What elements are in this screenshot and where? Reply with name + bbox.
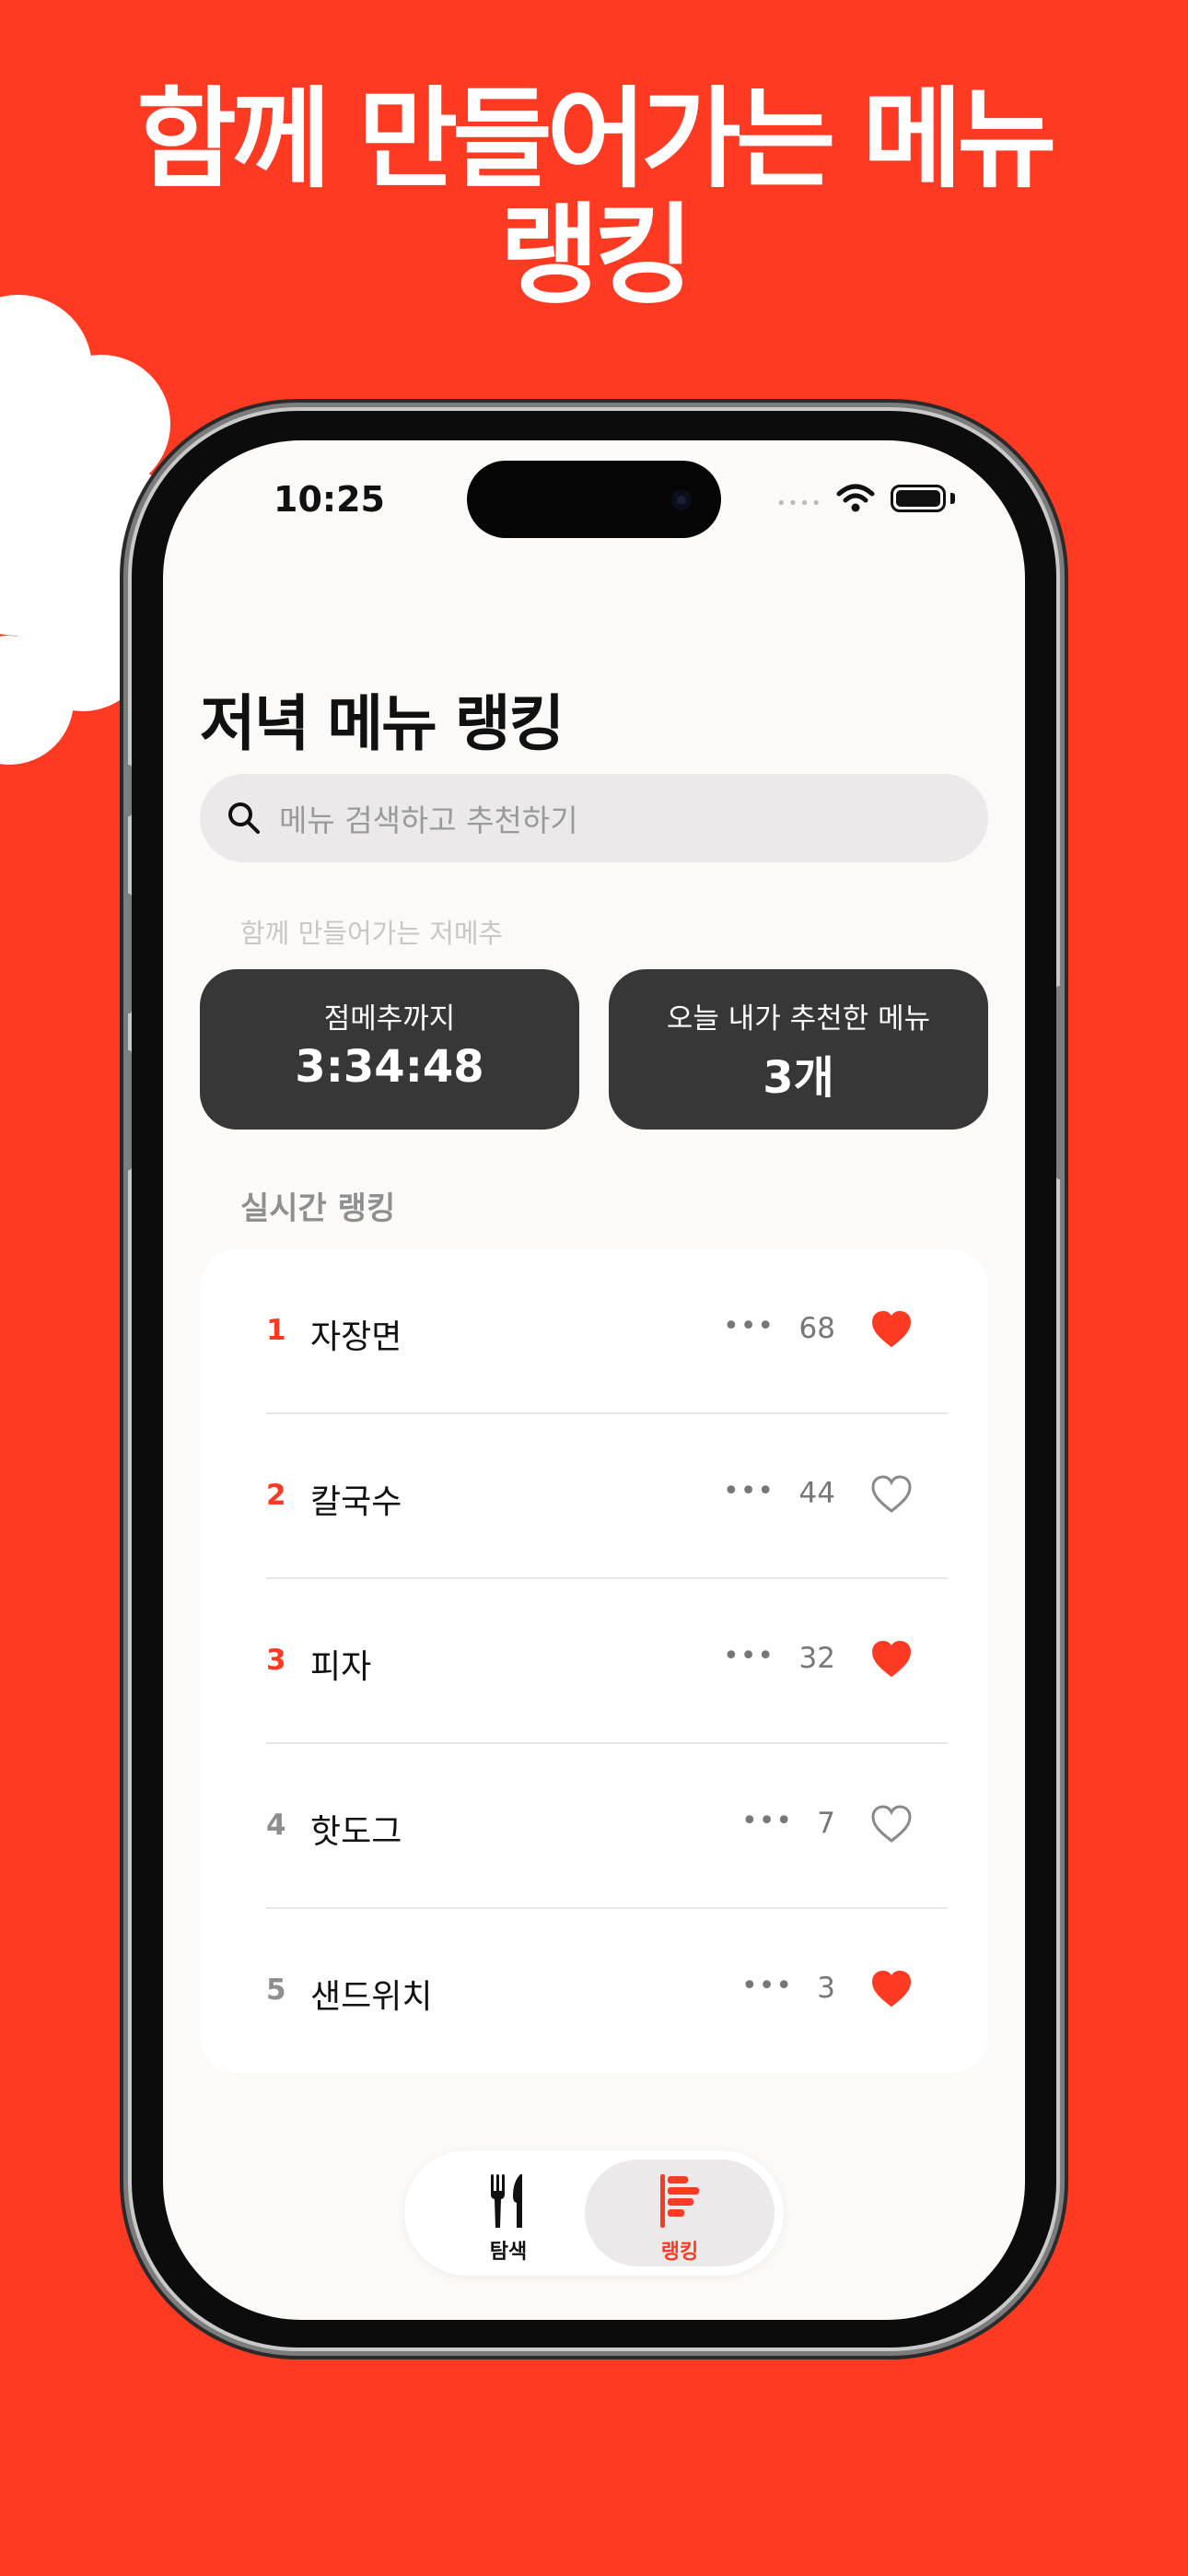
- ranking-list: 1 자장면 ••• 68 2 칼국수 ••• 44 3 피자 ••• 32 4 …: [200, 1249, 988, 2073]
- menu-name: 자장면: [310, 1318, 402, 1356]
- signal-dots-icon: ••••: [776, 494, 823, 513]
- stat-label: 오늘 내가 추천한 메뉴: [666, 1002, 931, 1036]
- like-count: 44: [798, 1477, 835, 1510]
- ranking-row[interactable]: 2 칼국수 ••• 44: [200, 1414, 988, 1579]
- lunch-countdown-card: 점메추까지 3:34:48: [200, 969, 579, 1130]
- ranking-row[interactable]: 3 피자 ••• 32: [200, 1579, 988, 1744]
- tab-label: 랭킹: [660, 2241, 699, 2264]
- ranking-row[interactable]: 4 핫도그 ••• 7: [200, 1744, 988, 1909]
- menu-name: 피자: [310, 1648, 372, 1686]
- tab-bar: 탐색 랭킹: [404, 2150, 784, 2276]
- phone-volume-up: [124, 894, 132, 1013]
- dynamic-island: [467, 461, 721, 538]
- battery-cap: [950, 493, 955, 504]
- ranking-row[interactable]: 5 샌드위치 ••• 3: [200, 1909, 988, 2074]
- my-recommendations-card: 오늘 내가 추천한 메뉴 3개: [609, 969, 988, 1130]
- tab-label: 탐색: [489, 2241, 528, 2264]
- like-count: 32: [798, 1642, 835, 1675]
- more-options-icon[interactable]: •••: [741, 1805, 793, 1837]
- rank-number: 5: [266, 1973, 286, 2007]
- battery-icon: [891, 485, 946, 512]
- promo-headline-line1: 함께 만들어가는 메뉴: [136, 76, 1056, 203]
- wifi-icon: [836, 484, 875, 512]
- like-count: 7: [817, 1807, 835, 1840]
- ranking-row[interactable]: 1 자장면 ••• 68: [200, 1249, 988, 1414]
- camera-icon: [671, 490, 692, 510]
- tab-explore[interactable]: 탐색: [413, 2160, 603, 2266]
- page-title: 저녁 메뉴 랭킹: [200, 688, 565, 759]
- recommendation-count-value: 3개: [763, 1052, 834, 1104]
- tab-ranking[interactable]: 랭킹: [585, 2160, 775, 2266]
- heart-icon[interactable]: [870, 1968, 913, 2010]
- heart-icon[interactable]: [870, 1803, 913, 1845]
- ranking-bars-icon: [660, 2174, 699, 2228]
- rank-number: 3: [266, 1644, 286, 1677]
- rank-number: 1: [266, 1314, 286, 1347]
- subtitle-label: 함께 만들어가는 저메추: [240, 918, 504, 949]
- phone-volume-down: [124, 1050, 132, 1170]
- more-options-icon[interactable]: •••: [741, 1970, 793, 2002]
- like-count: 3: [817, 1972, 835, 2005]
- menu-name: 핫도그: [310, 1813, 402, 1851]
- app-screen: 10:25 •••• 저녁 메뉴 랭킹 메뉴 검색하고 추천하기 함께 만들어가…: [163, 440, 1025, 2320]
- search-placeholder: 메뉴 검색하고 추천하기: [279, 802, 578, 838]
- rank-number: 4: [266, 1809, 286, 1842]
- section-label-realtime-ranking: 실시간 랭킹: [240, 1190, 396, 1227]
- stat-label: 점메추까지: [323, 1002, 456, 1036]
- search-input[interactable]: 메뉴 검색하고 추천하기: [200, 774, 988, 862]
- heart-icon[interactable]: [870, 1473, 913, 1516]
- search-icon: [228, 802, 260, 834]
- fork-knife-icon: [491, 2174, 522, 2228]
- phone-power-button: [1056, 986, 1064, 1179]
- menu-name: 칼국수: [310, 1483, 402, 1521]
- more-options-icon[interactable]: •••: [723, 1640, 775, 1672]
- heart-icon[interactable]: [870, 1308, 913, 1351]
- countdown-value: 3:34:48: [295, 1041, 484, 1093]
- status-time: 10:25: [274, 479, 385, 520]
- heart-icon[interactable]: [870, 1638, 913, 1680]
- more-options-icon[interactable]: •••: [723, 1310, 775, 1342]
- rank-number: 2: [266, 1479, 286, 1512]
- phone-side-button: [124, 765, 132, 816]
- more-options-icon[interactable]: •••: [723, 1475, 775, 1507]
- like-count: 68: [798, 1312, 835, 1345]
- menu-name: 샌드위치: [310, 1978, 433, 2016]
